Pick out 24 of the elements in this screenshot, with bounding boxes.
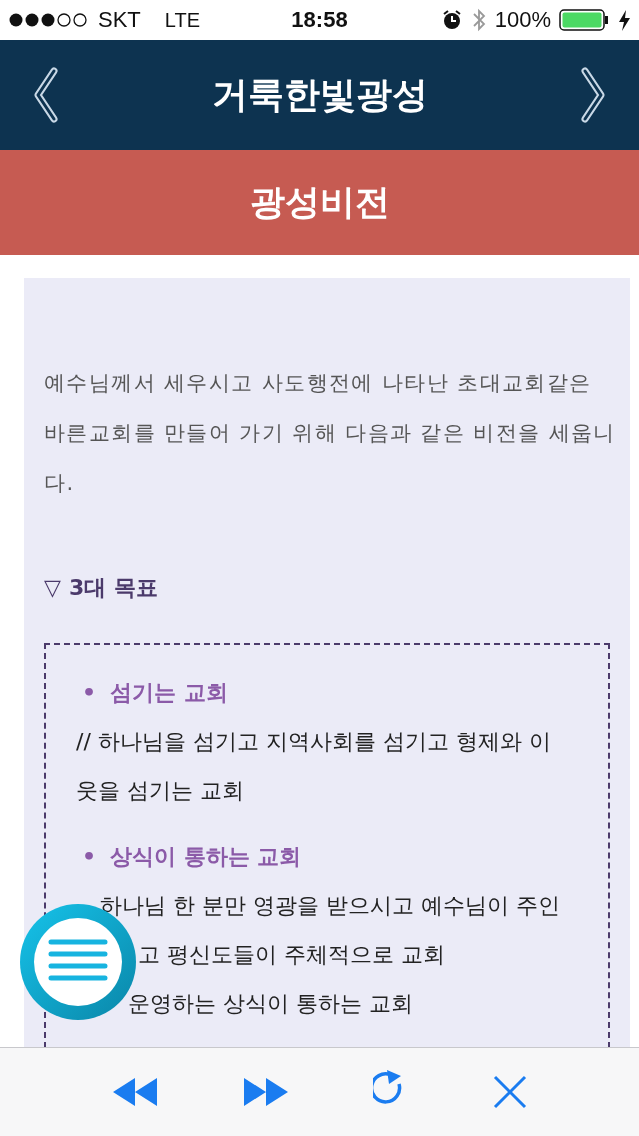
rewind-icon[interactable]: [111, 1076, 160, 1108]
goal-description-line: 운영하는 상식이 통하는 교회: [128, 991, 413, 1016]
carrier-name: SKT: [98, 7, 141, 33]
page-title: 광성비전: [249, 181, 390, 224]
goal-description-line: 웃을 섬기는 교회: [76, 778, 244, 803]
signal-icon: [8, 10, 88, 30]
goal-description-line: // 하나님을 섬기고 지역사회를 섬기고 형제와 이: [76, 729, 551, 754]
goal-title: 섬기는 교회: [110, 679, 228, 707]
app-title: 거룩한빛광성: [211, 72, 428, 117]
close-icon[interactable]: [491, 1074, 528, 1110]
triangle-marker: ▽: [44, 574, 61, 602]
goal-description-line: 하나님 한 분만 영광을 받으시고 예수님이 주인: [100, 893, 560, 918]
goal-title: 상식이 통하는 교회: [110, 843, 302, 871]
bullet-mark: •: [82, 843, 97, 871]
clock-time: 18:58: [291, 7, 348, 33]
section-heading: 3대 목표: [68, 574, 158, 602]
battery-percent: 100%: [494, 7, 551, 33]
intro-paragraph: 예수님께서 세우시고 사도행전에 나타난 초대교회같은 바른교회를 만들어 가기 위해 다음과 같은 비전을 세웁니다.: [44, 370, 616, 497]
charging-icon: [617, 9, 631, 31]
goal-description-line: 고 평신도들이 주체적으로 교회: [138, 942, 445, 967]
bluetooth-icon: [470, 8, 487, 32]
battery-icon: [559, 9, 609, 31]
network-type: LTE: [164, 8, 200, 32]
bullet-mark: •: [82, 679, 97, 707]
